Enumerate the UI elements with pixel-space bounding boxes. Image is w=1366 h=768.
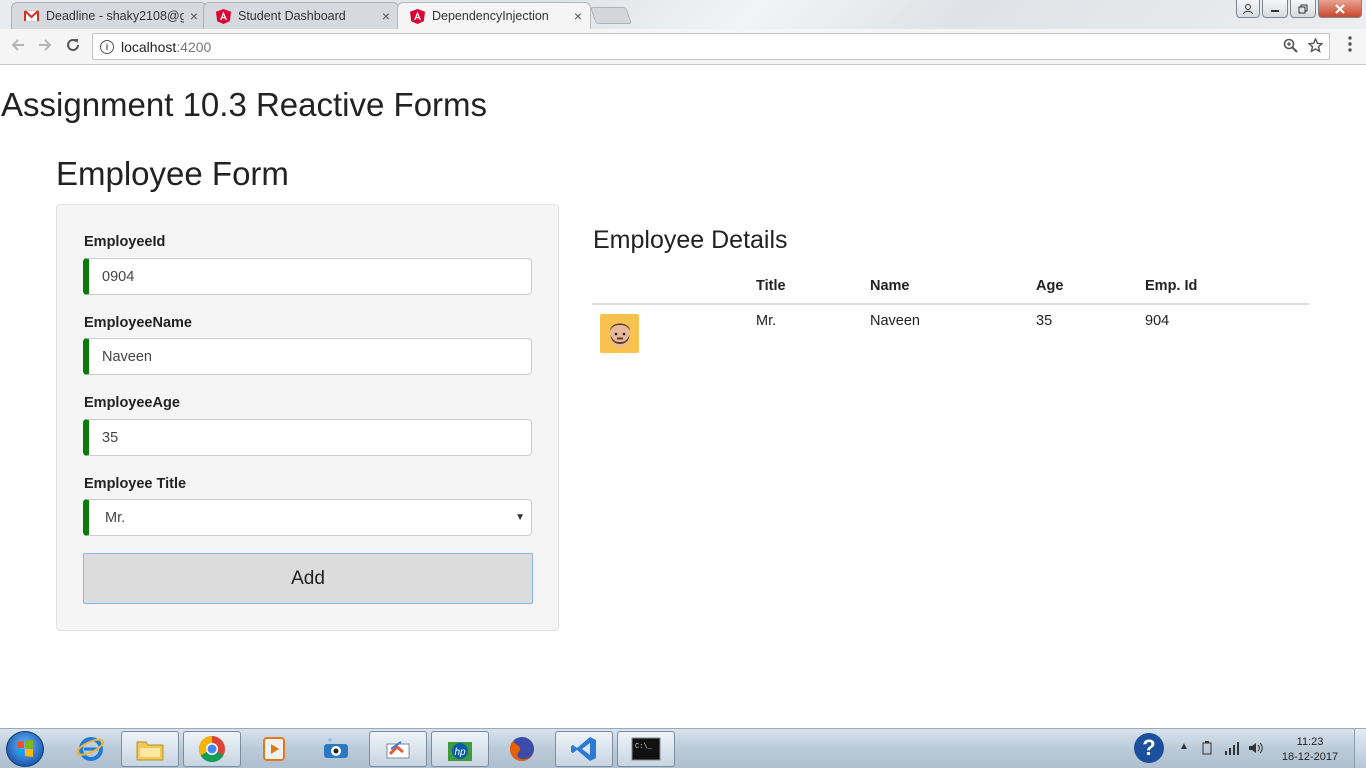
address-bar[interactable]: i localhost:4200 — [92, 33, 1330, 60]
webcam-app-icon[interactable] — [307, 731, 365, 767]
system-tray: ? ▲ 11:23 18-12-2017 — [1130, 729, 1366, 768]
user-icon[interactable] — [1236, 0, 1260, 18]
employee-id-value: 0904 — [102, 268, 135, 285]
menu-icon[interactable] — [1348, 36, 1352, 57]
windows-taskbar: hp C:\_ ? ▲ 11:23 18-12-2017 — [0, 728, 1366, 768]
employee-details-table: Title Name Age Emp. Id Mr. Naveen 35 904 — [592, 268, 1309, 354]
show-desktop-button[interactable] — [1354, 729, 1366, 768]
tab-label: DependencyInjection — [432, 9, 549, 23]
row-name: Naveen — [870, 313, 920, 329]
visual-studio-code-icon[interactable] — [555, 731, 613, 767]
internet-explorer-icon[interactable] — [62, 731, 120, 767]
tab-label: Student Dashboard — [238, 9, 346, 23]
window-controls — [1236, 0, 1362, 18]
employee-title-value: Mr. — [105, 509, 126, 526]
close-window-button[interactable] — [1318, 0, 1362, 18]
volume-icon[interactable] — [1248, 741, 1264, 758]
help-icon[interactable]: ? — [1134, 733, 1164, 763]
start-button[interactable] — [6, 731, 44, 767]
employee-details-title: Employee Details — [593, 226, 788, 254]
minimize-button[interactable] — [1262, 0, 1288, 18]
employee-age-value: 35 — [102, 429, 119, 446]
dropdown-caret-icon: ▼ — [515, 512, 525, 523]
power-icon[interactable] — [1200, 741, 1214, 758]
back-arrow-icon[interactable] — [10, 37, 26, 58]
angular-icon — [410, 8, 425, 24]
tab-dependency-injection[interactable]: DependencyInjection × — [397, 2, 591, 29]
employee-form-title: Employee Form — [56, 155, 289, 192]
svg-text:C:\_: C:\_ — [635, 743, 653, 751]
info-icon[interactable]: i — [100, 39, 114, 54]
bookmark-star-icon[interactable] — [1307, 37, 1324, 57]
employee-age-input[interactable]: 35 — [83, 419, 532, 456]
avatar-cell — [592, 304, 756, 354]
chrome-icon[interactable] — [183, 731, 241, 767]
employee-id-input[interactable]: 0904 — [83, 258, 532, 295]
tab-label: Deadline - shaky2108@g — [46, 9, 184, 23]
firefox-icon[interactable] — [493, 731, 551, 767]
browser-toolbar: i localhost:4200 — [0, 29, 1366, 65]
employee-name-value: Naveen — [102, 348, 152, 365]
employee-id-label: EmployeeId — [84, 234, 166, 250]
forward-arrow-icon[interactable] — [37, 37, 53, 58]
show-hidden-icons-icon[interactable]: ▲ — [1179, 741, 1189, 752]
page-title: Assignment 10.3 Reactive Forms — [1, 86, 488, 123]
employee-age-label: EmployeeAge — [84, 395, 180, 411]
omnibox-actions — [1283, 37, 1324, 57]
employee-title-label: Employee Title — [84, 476, 187, 492]
column-header-title: Title — [756, 268, 870, 305]
close-icon[interactable]: × — [382, 8, 390, 24]
drawing-app-icon[interactable] — [369, 731, 427, 767]
angular-icon — [216, 8, 231, 24]
close-icon[interactable]: × — [574, 8, 582, 24]
restore-button[interactable] — [1290, 0, 1316, 18]
gmail-icon — [24, 9, 39, 24]
svg-text:hp: hp — [454, 747, 466, 758]
clock-date: 18-12-2017 — [1281, 751, 1339, 763]
file-explorer-icon[interactable] — [121, 731, 179, 767]
network-signal-icon[interactable] — [1224, 741, 1240, 758]
reload-icon[interactable] — [65, 37, 81, 58]
employee-form: EmployeeId 0904 EmployeeName Naveen Empl… — [56, 204, 559, 631]
command-prompt-icon[interactable]: C:\_ — [617, 731, 675, 767]
tab-gmail[interactable]: Deadline - shaky2108@g × — [11, 2, 207, 29]
employee-name-input[interactable]: Naveen — [83, 338, 532, 375]
avatar — [600, 314, 639, 353]
add-button[interactable]: Add — [83, 553, 533, 604]
employee-title-select[interactable]: Mr. ▼ — [83, 499, 532, 536]
column-header-age: Age — [1036, 268, 1145, 305]
media-player-icon[interactable] — [245, 731, 303, 767]
employee-name-label: EmployeeName — [84, 315, 192, 331]
row-age: 35 — [1036, 313, 1053, 329]
row-title: Mr. — [756, 313, 777, 329]
hp-support-icon[interactable]: hp — [431, 731, 489, 767]
column-header-name: Name — [870, 268, 1036, 305]
clock[interactable]: 11:23 18-12-2017 — [1278, 735, 1342, 765]
new-tab-button[interactable] — [589, 7, 633, 24]
bearded-man-avatar-icon — [609, 322, 630, 347]
clock-time: 11:23 — [1296, 736, 1324, 748]
url-port: :4200 — [176, 38, 212, 55]
row-emp-id: 904 — [1145, 313, 1170, 329]
column-header-avatar — [592, 268, 756, 305]
browser-titlebar: Deadline - shaky2108@g × Student Dashboa… — [0, 0, 1366, 29]
table-row: Mr. Naveen 35 904 — [592, 304, 1309, 354]
windows-logo-icon — [17, 740, 33, 757]
zoom-icon[interactable] — [1283, 38, 1298, 57]
close-icon[interactable]: × — [190, 8, 198, 24]
url-host: localhost — [121, 38, 177, 55]
table-header-row: Title Name Age Emp. Id — [592, 268, 1309, 305]
tab-student-dashboard[interactable]: Student Dashboard × — [203, 2, 399, 29]
column-header-emp-id: Emp. Id — [1145, 268, 1309, 305]
